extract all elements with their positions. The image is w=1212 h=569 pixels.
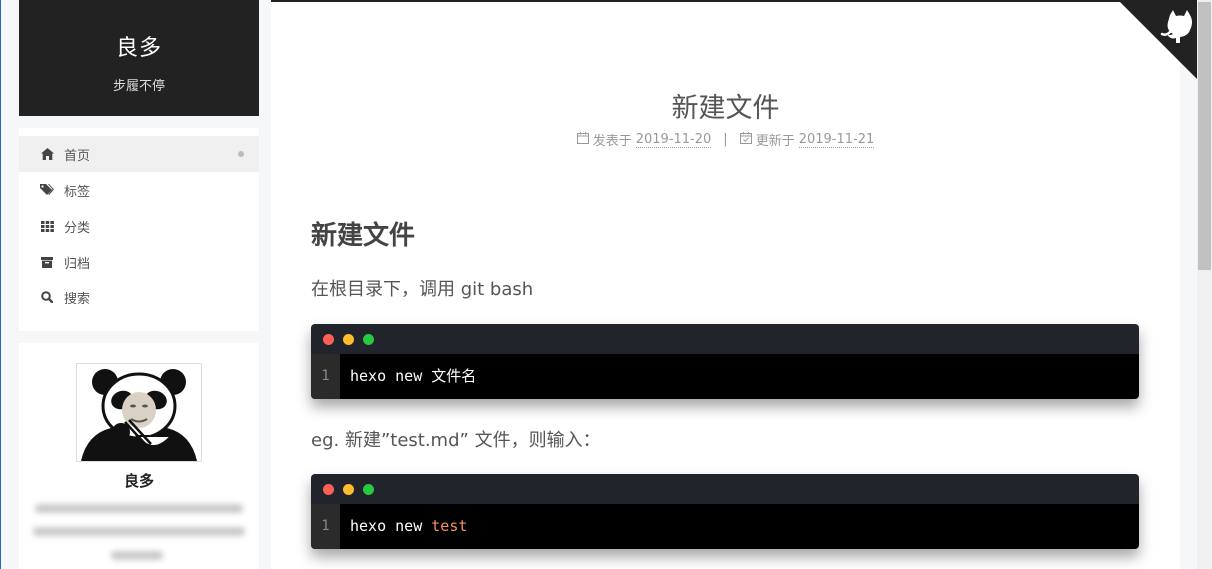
blurred-description: [111, 551, 163, 560]
scrollbar-thumb[interactable]: [1198, 2, 1211, 270]
line-number: 1: [311, 504, 340, 549]
window-left-edge: [0, 0, 1, 569]
tags-icon: [40, 183, 54, 197]
published-label: 发表于: [592, 134, 632, 149]
archive-icon: [40, 255, 54, 269]
home-icon: [40, 147, 54, 161]
section-heading: 新建文件: [311, 221, 416, 251]
menu-item-categories[interactable]: 分类: [19, 208, 259, 244]
menu-item-archives[interactable]: 归档: [19, 244, 259, 280]
menu-label: 标签: [64, 184, 91, 200]
menu-label: 分类: [64, 220, 91, 236]
line-number: 1: [311, 354, 340, 399]
code-command: hexo new: [350, 517, 432, 535]
blurred-description: [35, 504, 243, 513]
site-title[interactable]: 良多: [19, 30, 259, 62]
post-title[interactable]: 新建文件: [271, 86, 1180, 125]
code-block: 1 hexo new test: [311, 474, 1139, 549]
github-corner-link[interactable]: [1118, 0, 1198, 80]
code-line: hexo new test: [350, 504, 467, 549]
paragraph: eg. 新建”test.md” 文件，则输入：: [311, 430, 601, 451]
code-argument: 文件名: [431, 367, 477, 385]
code-command: hexo new: [350, 367, 432, 385]
search-icon: [40, 290, 54, 304]
grid-icon: [40, 219, 54, 233]
meta-separator: |: [723, 132, 728, 147]
code-line: hexo new 文件名: [350, 354, 476, 399]
author-name: 良多: [123, 472, 154, 490]
paragraph: 在根目录下，调用 git bash: [311, 279, 534, 300]
top-border: [271, 0, 1197, 2]
menu-label: 归档: [64, 256, 91, 272]
code-argument: test: [431, 517, 468, 535]
calendar-check-icon: [739, 131, 752, 148]
blurred-description: [33, 527, 245, 536]
menu-item-home[interactable]: 首页: [19, 136, 259, 172]
code-body: 1 hexo new 文件名: [311, 354, 1139, 399]
author-panel: 良多: [19, 343, 259, 569]
window-maximize-dot: [363, 484, 374, 495]
window-minimize-dot: [343, 334, 354, 345]
author-avatar: [76, 363, 202, 462]
updated-label: 更新于: [755, 134, 795, 149]
window-close-dot: [323, 484, 334, 495]
post-content: 新建文件 发表于 2019-11-20 | 更新于 2019-11-21 新建文…: [271, 0, 1180, 569]
menu-item-search[interactable]: 搜索: [19, 279, 259, 315]
menu-label: 搜索: [64, 291, 91, 307]
code-window-bar: [311, 474, 1139, 504]
published-date: 2019-11-20: [635, 131, 712, 148]
site-subtitle: 步履不停: [112, 79, 165, 94]
code-body: 1 hexo new test: [311, 504, 1139, 549]
sidebar-menu: 首页 标签 分类 归档 搜索: [19, 128, 259, 331]
updated-date: 2019-11-21: [798, 131, 875, 148]
window-close-dot: [323, 334, 334, 345]
window-minimize-dot: [343, 484, 354, 495]
code-window-bar: [311, 324, 1139, 354]
post-meta: 发表于 2019-11-20 | 更新于 2019-11-21: [271, 130, 1180, 149]
menu-label: 首页: [64, 148, 91, 164]
active-indicator: [238, 151, 244, 157]
panda-meme-avatar: [77, 364, 201, 461]
menu-item-tags[interactable]: 标签: [19, 172, 259, 208]
code-block: 1 hexo new 文件名: [311, 324, 1139, 399]
window-maximize-dot: [363, 334, 374, 345]
calendar-icon: [576, 131, 589, 148]
site-brand: 良多 步履不停: [19, 0, 259, 116]
